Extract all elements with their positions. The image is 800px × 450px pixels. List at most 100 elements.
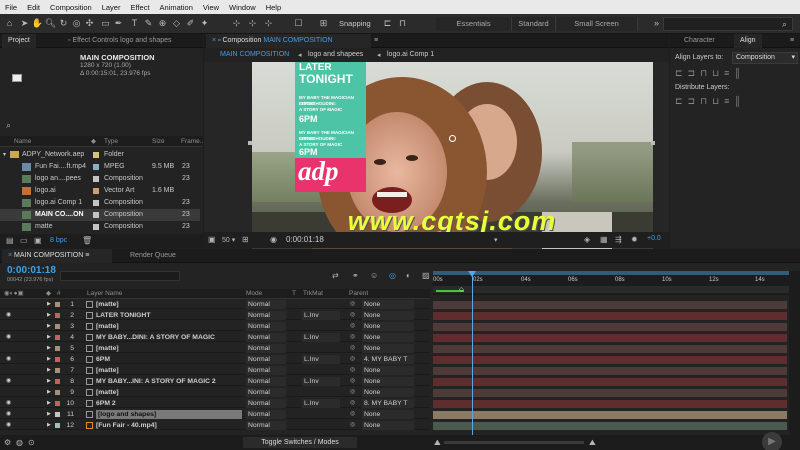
draft-3d-icon[interactable]: ⚭ (352, 271, 359, 280)
label-swatch[interactable] (93, 224, 99, 230)
clone-stamp-tool-icon[interactable]: ⊕ (156, 17, 169, 30)
tab-render-queue[interactable]: Render Queue (124, 249, 182, 263)
label-col-icon[interactable]: ◆ (91, 136, 96, 147)
tab-effect-controls[interactable]: ▫ Effect Controls logo and shapes (62, 34, 202, 48)
toggle-switches-modes-button[interactable]: Toggle Switches / Modes (243, 437, 357, 448)
toggle-transfer-icon[interactable]: ◍ (16, 438, 23, 447)
layer-bar-selected[interactable] (433, 411, 787, 419)
zoom-tool-icon[interactable]: 🔍︎ (44, 17, 57, 30)
workspace-small-screen[interactable]: Small Screen (556, 17, 638, 31)
align-to-dropdown[interactable]: Composition ▾ (732, 52, 798, 64)
col-layer-name[interactable]: Layer Name (87, 288, 122, 299)
rectangle-tool-icon[interactable]: ▭ (99, 17, 112, 30)
puppet-tool-icon[interactable]: ✦ (198, 17, 211, 30)
tab-main-composition[interactable]: × MAIN COMPOSITION ≡ (2, 249, 112, 263)
zoom-dropdown[interactable]: 50 ▾ (222, 236, 235, 244)
type-tool-icon[interactable]: T (128, 17, 141, 30)
panel-menu-icon[interactable]: ≡ (85, 252, 89, 259)
time-ruler[interactable]: 00s 02s 04s 06s 08s 10s 12s 14s ◇ (433, 271, 789, 295)
menu-view[interactable]: View (198, 3, 224, 12)
breadcrumb-logo-comp[interactable]: logo.ai Comp 1 (387, 51, 434, 58)
layer-bar[interactable] (433, 400, 787, 408)
delete-icon[interactable]: 🗑︎ (82, 236, 92, 245)
label-swatch[interactable] (93, 176, 99, 182)
breadcrumb-main[interactable]: MAIN COMPOSITION (220, 51, 289, 58)
timeline-search-input[interactable] (60, 271, 180, 281)
layer-bar[interactable] (433, 312, 787, 320)
layer-bar[interactable] (433, 422, 787, 430)
menu-effect[interactable]: Effect (125, 3, 154, 12)
motion-blur-icon[interactable]: ◐ (406, 271, 411, 280)
av-features-icon[interactable]: ◉◐●▣ (4, 288, 24, 299)
tab-character[interactable]: Character (678, 34, 721, 48)
toggle-in-out-icon[interactable]: ⊙ (28, 438, 35, 447)
project-item[interactable]: logo.ai Vector Art 1.6 MB (0, 185, 200, 197)
project-item[interactable]: ▾ ADPY_Network.aep Folder (0, 149, 200, 161)
render-icon[interactable]: ◈ (584, 235, 590, 244)
col-frame[interactable]: Frame... (181, 136, 205, 147)
label-swatch[interactable] (93, 164, 99, 170)
home-icon[interactable]: ⌂ (3, 17, 16, 30)
axis-world-icon[interactable]: ⊹ (246, 17, 259, 30)
align-buttons-row[interactable]: ⊏⊐⊓⊔≡║ (675, 68, 746, 79)
eraser-tool-icon[interactable]: ◇ (170, 17, 183, 30)
toggle-layer-switches-icon[interactable]: ⚙ (4, 438, 11, 447)
label-col-icon[interactable]: ◆ (46, 288, 51, 299)
layer-bar[interactable] (433, 301, 787, 309)
reset-exposure-icon[interactable]: ✹ (631, 235, 638, 244)
menu-composition[interactable]: Composition (45, 3, 97, 12)
layer-bar[interactable] (433, 389, 787, 397)
axis-local-icon[interactable]: ⊹ (230, 17, 243, 30)
project-item[interactable]: logo an....pees Composition 23 (0, 173, 200, 185)
keyframe-icon[interactable]: ◇ (459, 286, 464, 293)
menu-layer[interactable]: Layer (97, 3, 126, 12)
col-parent[interactable]: Parent (349, 288, 368, 299)
snapping-toggle-icon[interactable]: ⊞ (317, 17, 330, 30)
panel-menu-icon[interactable]: ≡ (790, 37, 794, 44)
layer-bar[interactable] (433, 334, 787, 342)
hash-col-icon[interactable]: # (57, 288, 61, 299)
snapshot-icon[interactable]: ◉ (270, 235, 277, 244)
zoom-slider[interactable] (444, 441, 584, 444)
grid-icon[interactable]: ⊞ (242, 235, 249, 244)
layer-bar[interactable] (433, 345, 787, 353)
tab-project[interactable]: Project (2, 34, 36, 48)
rotate-tool-icon[interactable]: ↻ (57, 17, 70, 30)
layer-bar[interactable] (433, 356, 787, 364)
transform-handle[interactable] (651, 141, 655, 145)
tab-align[interactable]: Align (734, 34, 762, 48)
snap-icon-2[interactable]: ⊓ (396, 17, 409, 30)
workspace-standard[interactable]: Standard (512, 17, 556, 31)
snapping-checkbox-icon[interactable]: ☐ (292, 17, 305, 30)
project-item[interactable]: Fun Fai....ft.mp4 MPEG 9.5 MB 23 (0, 161, 200, 173)
selection-tool-icon[interactable]: ➤ (18, 17, 31, 30)
label-swatch[interactable] (93, 200, 99, 206)
current-time-indicator[interactable] (472, 271, 473, 449)
menu-animation[interactable]: Animation (155, 3, 198, 12)
pan-behind-tool-icon[interactable]: ✣ (83, 17, 96, 30)
composition-mini-flowchart-icon[interactable]: ⇄ (332, 271, 339, 280)
search-help-input[interactable] (663, 17, 793, 31)
playhead-icon[interactable] (468, 271, 476, 277)
workspace-essentials[interactable]: Essentials (436, 17, 512, 31)
snap-icon-1[interactable]: ⊏ (381, 17, 394, 30)
flowchart-icon[interactable]: ⇶ (615, 235, 622, 244)
zoom-out-icon[interactable]: ⛰ (434, 438, 441, 448)
label-swatch[interactable] (93, 188, 99, 194)
breadcrumb-logo-shapes[interactable]: logo and shapees (308, 51, 363, 58)
graph-editor-icon[interactable]: ▨ (422, 271, 430, 280)
menu-window[interactable]: Window (224, 3, 261, 12)
transform-handle[interactable] (248, 141, 252, 145)
label-swatch[interactable] (93, 212, 99, 218)
project-item[interactable]: logo.ai Comp 1 Composition 23 (0, 197, 200, 209)
active-camera-dropdown[interactable]: ▾ (494, 236, 498, 244)
col-type[interactable]: Type (104, 136, 118, 147)
timecode-display[interactable]: 0:00:01:18 (7, 265, 56, 276)
pen-tool-icon[interactable]: ✒ (112, 17, 125, 30)
bpc-button[interactable]: 8 bpc (50, 237, 67, 244)
roto-brush-tool-icon[interactable]: ✐ (184, 17, 197, 30)
always-preview-icon[interactable]: ▣ (208, 235, 216, 244)
search-icon[interactable]: ⌕ (778, 18, 791, 31)
layer-bar[interactable] (433, 323, 787, 331)
layer-bar[interactable] (433, 367, 787, 375)
